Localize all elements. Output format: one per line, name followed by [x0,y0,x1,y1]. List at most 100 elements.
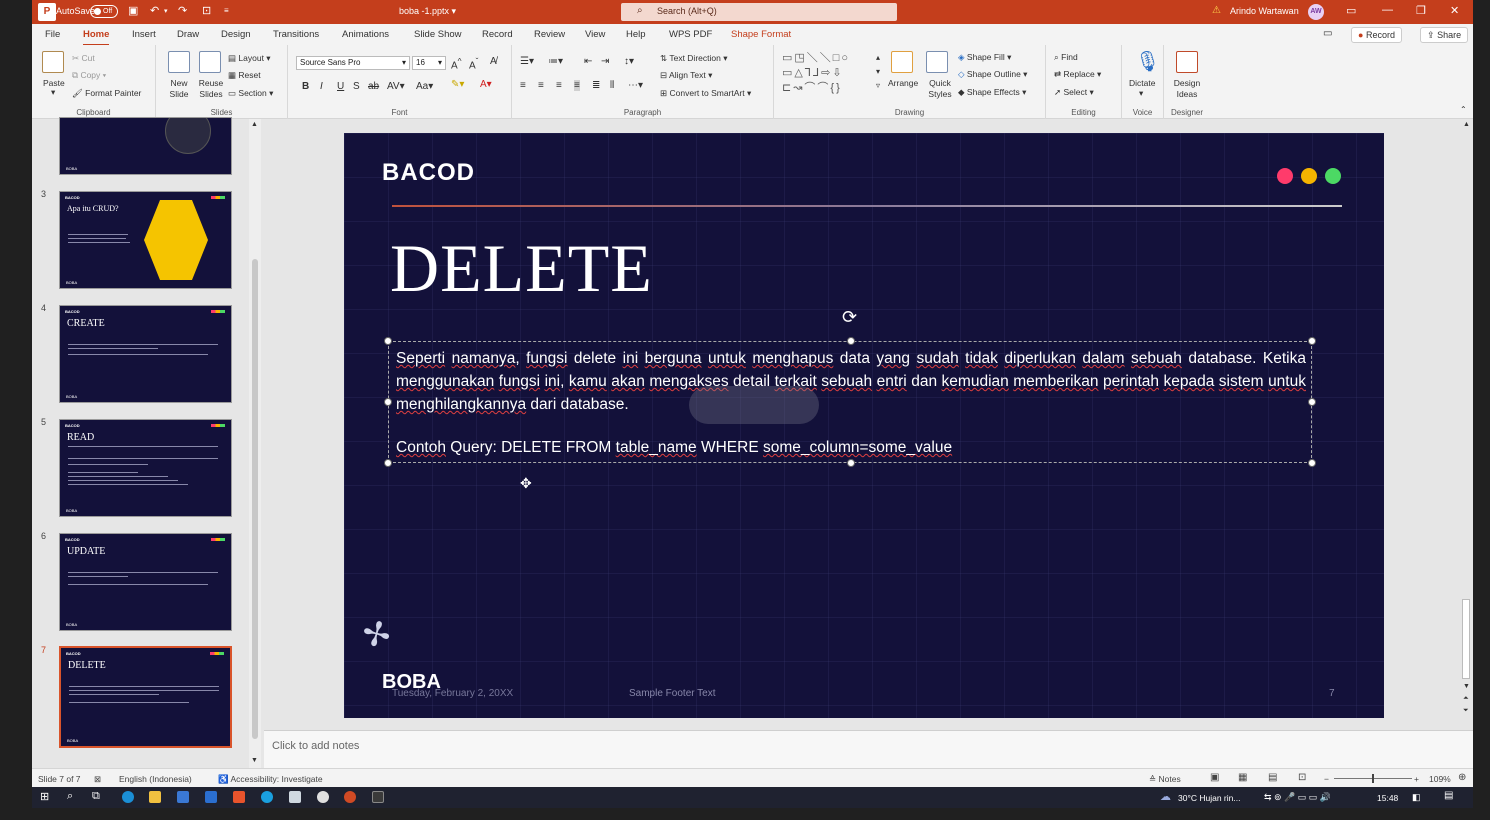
shapes-gallery-scroll-icon[interactable]: ▴ ▾ ▿ [876,51,880,93]
replace-button[interactable]: ⇄ Replace ▾ [1054,69,1101,80]
quick-styles-button[interactable]: Quick Styles [924,78,956,100]
reuse-slides-icon[interactable] [199,51,221,73]
spelling-icon[interactable]: ⊠ [94,774,101,785]
clock[interactable]: 15:48 [1377,793,1398,803]
increase-indent-icon[interactable]: ⇥ [601,56,609,67]
text-direction-button[interactable]: ⇅ Text Direction ▾ [660,53,727,64]
numbering-icon[interactable]: ≔▾ [548,56,563,67]
tab-file[interactable]: File [45,29,60,40]
avatar[interactable]: AW [1308,4,1324,20]
reset-button[interactable]: ▦ Reset [228,70,261,81]
italic-icon[interactable]: I [320,81,323,92]
app-icon[interactable] [289,791,301,803]
query-text[interactable]: Contoh Query: DELETE FROM table_name WHE… [396,439,952,457]
convert-smartart-button[interactable]: ⊞ Convert to SmartArt ▾ [660,88,751,99]
search-input[interactable]: ⌕ Search (Alt+Q) [621,3,897,21]
new-slide-icon[interactable] [168,51,190,73]
new-slide-button[interactable]: New Slide [164,78,194,100]
decrease-indent-icon[interactable]: ⇤ [584,56,592,67]
redo-icon[interactable]: ↷ [178,4,187,17]
slide-thumbnail-6[interactable]: BACOD UPDATE BOBA [59,533,232,631]
slide-show-icon[interactable]: ⊡ [1298,772,1306,783]
slide-sorter-icon[interactable]: ▦ [1238,772,1247,783]
change-case-icon[interactable]: Aa▾ [416,81,433,92]
align-right-icon[interactable]: ≡ [556,80,562,91]
search-icon[interactable]: ⌕ [67,790,73,803]
tab-transitions[interactable]: Transitions [273,29,319,40]
dictate-dropdown-icon[interactable]: ▾ [1139,88,1143,99]
footer-date[interactable]: Tuesday, February 2, 20XX [392,688,513,699]
design-ideas-icon[interactable] [1176,51,1198,73]
customize-quick-access-icon[interactable]: ≡ [224,6,229,15]
zoom-out-icon[interactable]: − [1324,774,1329,784]
file-explorer-icon[interactable] [149,791,161,803]
design-ideas-button[interactable]: Design Ideas [1172,78,1202,100]
windows-start-icon[interactable]: ⊞ [40,790,49,803]
zoom-in-icon[interactable]: + [1414,774,1419,784]
user-name[interactable]: Arindo Wartawan [1230,6,1299,16]
notes-placeholder[interactable]: Click to add notes [272,740,359,752]
paste-dropdown-icon[interactable]: ▾ [51,87,55,98]
resize-handle[interactable] [384,398,392,406]
select-button[interactable]: ➚ Select ▾ [1054,87,1094,98]
notification-icon[interactable]: ▤ [1444,790,1453,801]
comments-icon[interactable]: ▭ [1323,28,1332,39]
slide-number-footer[interactable]: 7 [1329,688,1335,699]
editor-scrollbar[interactable]: ▲ ▼ ⏶ ⏷ [1460,119,1472,719]
resize-handle[interactable] [1308,459,1316,467]
present-icon[interactable]: ⊡ [202,4,211,17]
tab-insert[interactable]: Insert [132,29,156,40]
slide-thumbnail-5[interactable]: BACOD READ BOBA [59,419,232,517]
font-size-select[interactable]: 16 ▾ [412,56,446,70]
paragraph-options-icon[interactable]: ⋯▾ [628,80,643,91]
tab-record[interactable]: Record [482,29,513,40]
resize-handle[interactable] [384,459,392,467]
line-spacing-icon[interactable]: ↕▾ [624,56,634,67]
copy-button[interactable]: ⧉ Copy ▾ [72,70,106,81]
align-left-icon[interactable]: ≡ [520,80,526,91]
office-icon[interactable] [233,791,245,803]
shape-outline-button[interactable]: ◇ Shape Outline ▾ [958,69,1027,80]
arrange-button[interactable]: Arrange [888,78,918,88]
microphone-icon[interactable]: 🎙 [1135,49,1160,74]
notes-button[interactable]: ≙ Notes [1149,774,1181,785]
store-icon[interactable] [177,791,189,803]
undo-dropdown-icon[interactable]: ▾ [164,7,168,15]
align-center-icon[interactable]: ≡ [538,80,544,91]
columns-icon[interactable]: ⫴ [610,80,614,91]
rotate-handle-icon[interactable]: ⟳ [842,307,857,328]
zoom-level[interactable]: 109% [1429,774,1451,784]
scroll-down-icon[interactable]: ▼ [1463,683,1470,690]
weather-icon[interactable]: ☁ [1160,790,1171,803]
increase-font-icon[interactable]: A^ [451,56,462,71]
record-button[interactable]: ● Record [1351,27,1402,43]
shape-effects-button[interactable]: ◆ Shape Effects ▾ [958,87,1026,98]
document-name[interactable]: boba -1.pptx ▾ [399,6,456,17]
slide-count[interactable]: Slide 7 of 7 [38,774,81,784]
tab-animations[interactable]: Animations [342,29,389,40]
align-text-button[interactable]: ⊟ Align Text ▾ [660,70,712,81]
undo-icon[interactable]: ↶ [150,4,159,17]
reading-view-icon[interactable]: ▤ [1268,772,1277,783]
tab-view[interactable]: View [585,29,605,40]
arrange-icon[interactable] [891,51,913,73]
scrollbar-thumb[interactable] [252,259,258,739]
resize-handle[interactable] [384,337,392,345]
find-button[interactable]: ⌕ Find [1054,52,1078,63]
restore-icon[interactable]: ❐ [1416,4,1426,17]
language-indicator[interactable]: English (Indonesia) [119,774,192,784]
shape-fill-button[interactable]: ◈ Shape Fill ▾ [958,52,1011,63]
scroll-down-icon[interactable]: ▼ [251,757,258,764]
font-color-icon[interactable]: A▾ [480,79,492,90]
slide-thumbnail-3[interactable]: BACOD Apa itu CRUD? BOBA [59,191,232,289]
weather-text[interactable]: 30°C Hujan rin... [1178,793,1240,803]
shapes-gallery[interactable]: ▭◳＼＼□○ ▭△⅂⅃⇨⇩ ⊏↝⌒⌒{} [782,51,882,95]
bullets-icon[interactable]: ☰▾ [520,56,534,67]
fit-to-window-icon[interactable]: ⊕ [1458,772,1466,783]
clear-formatting-icon[interactable]: A̸ [490,56,497,67]
task-view-icon[interactable]: ⧉ [92,790,100,803]
thumbnail-scrollbar[interactable]: ▲ ▼ [249,119,261,768]
share-button[interactable]: ⇪ Share [1420,27,1469,43]
accessibility-button[interactable]: ♿ Accessibility: Investigate [218,774,323,785]
body-text[interactable]: Seperti namanya, fungsi delete ini bergu… [396,347,1306,416]
